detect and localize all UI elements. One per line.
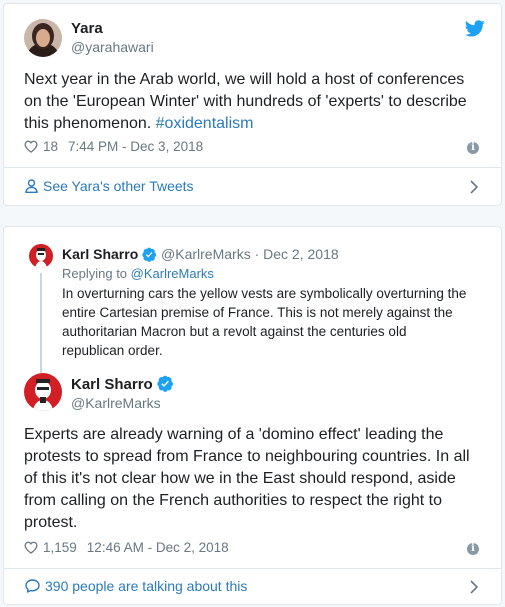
comment-bubble-icon — [25, 579, 40, 593]
verified-badge-icon — [157, 375, 173, 392]
info-icon[interactable]: i — [467, 142, 479, 154]
like-count[interactable]: 1,159 — [43, 540, 77, 555]
see-other-tweets-link[interactable]: See Yara's other Tweets — [25, 178, 194, 194]
parent-tweet-text: In overturning cars the yellow vests are… — [62, 286, 467, 358]
parent-tweet-date[interactable]: · Dec 2, 2018 — [255, 246, 339, 262]
heart-icon[interactable] — [24, 140, 38, 153]
parent-tweet-header: Karl Sharro @KarlreMarks · Dec 2, 2018 — [62, 246, 339, 262]
author-name[interactable]: Yara — [71, 20, 103, 37]
author-handle[interactable]: @KarlreMarks — [71, 395, 161, 411]
tweet-card-yara: Yara @yarahawari Next year in the Arab w… — [3, 3, 502, 206]
author-name-label[interactable]: Karl Sharro — [71, 376, 153, 393]
author-name: Karl Sharro — [71, 375, 174, 393]
tweet-meta: 18 7:44 PM - Dec 3, 2018 — [24, 139, 203, 154]
avatar-karl-parent[interactable] — [29, 244, 53, 268]
verified-badge-icon — [142, 247, 157, 262]
tweet-text: Next year in the Arab world, we will hol… — [24, 69, 486, 135]
parent-author-name[interactable]: Karl Sharro — [62, 246, 138, 262]
tweet-meta: 1,159 12:46 AM - Dec 2, 2018 — [24, 540, 229, 555]
replying-to-handle[interactable]: @KarlreMarks — [131, 266, 214, 281]
tweet-timestamp[interactable]: 7:44 PM - Dec 3, 2018 — [68, 139, 203, 154]
thread-line — [40, 273, 42, 373]
chevron-right-icon[interactable] — [469, 180, 479, 194]
replying-to: Replying to @KarlreMarks — [62, 266, 214, 281]
see-other-tweets-label: See Yara's other Tweets — [43, 178, 194, 194]
divider — [4, 167, 501, 168]
tweet-timestamp[interactable]: 12:46 AM - Dec 2, 2018 — [87, 540, 229, 555]
person-icon — [25, 179, 38, 193]
like-count[interactable]: 18 — [43, 139, 58, 154]
parent-author-handle[interactable]: @KarlreMarks — [161, 246, 251, 262]
twitter-bird-icon[interactable] — [465, 20, 485, 37]
info-icon[interactable]: i — [467, 543, 479, 555]
heart-icon[interactable] — [24, 541, 38, 554]
tweet-text: Experts are already warning of a 'domino… — [24, 426, 470, 531]
author-handle[interactable]: @yarahawari — [71, 39, 154, 55]
divider — [4, 568, 501, 569]
hashtag-link[interactable]: #oxidentalism — [156, 115, 254, 132]
tweet-card-karl: Karl Sharro @KarlreMarks · Dec 2, 2018 R… — [3, 226, 502, 605]
chevron-right-icon[interactable] — [469, 580, 479, 594]
people-talking-link[interactable]: 390 people are talking about this — [25, 578, 247, 594]
avatar-yara[interactable] — [24, 19, 62, 57]
replying-to-label: Replying to — [62, 266, 131, 281]
avatar-karl[interactable] — [24, 373, 62, 411]
people-talking-label: 390 people are talking about this — [45, 578, 248, 594]
